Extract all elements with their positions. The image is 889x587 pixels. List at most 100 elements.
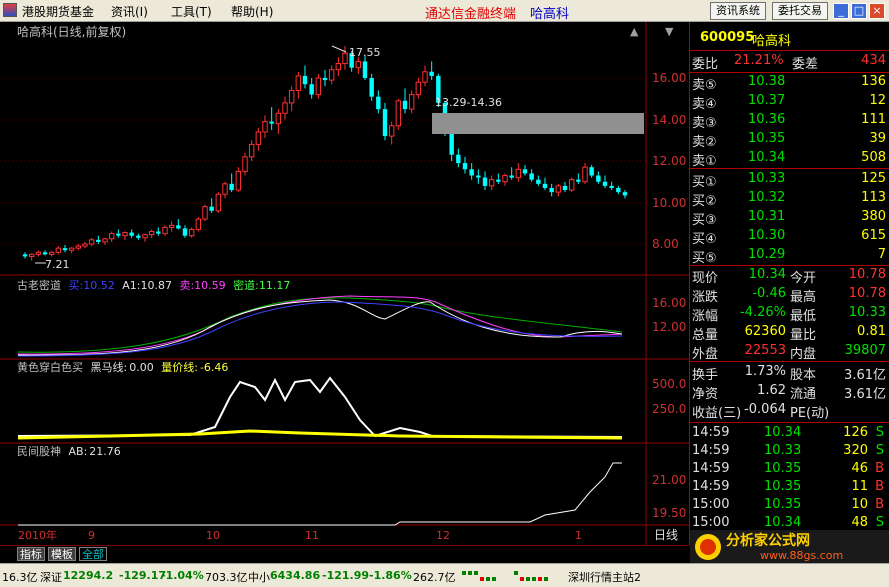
candle-body bbox=[422, 71, 428, 83]
ind1-line-white bbox=[17, 299, 623, 356]
stat-label: 涨跌 bbox=[692, 290, 719, 305]
candle-body bbox=[148, 231, 155, 236]
order-volume: 508 bbox=[861, 150, 886, 165]
menu-bar: 港股期货基金 资讯(I) 工具(T) 帮助(H) 通达信金融终端 哈高科 资讯系… bbox=[0, 0, 889, 22]
menu-hk-futures[interactable]: 港股期货基金 bbox=[22, 3, 94, 20]
ind3-header: 民间股神 AB: 21.76 bbox=[17, 444, 121, 458]
tick-row: 15:00 10.35 10 B bbox=[690, 497, 889, 515]
candle-body bbox=[62, 248, 68, 251]
stat-value: 3.61亿 bbox=[844, 368, 886, 383]
tab-template[interactable]: 模板 bbox=[48, 547, 76, 561]
tab-all[interactable]: 全部 bbox=[79, 547, 107, 561]
stat-row: 净资 1.62 流通 3.61亿 bbox=[690, 383, 889, 402]
menu-tools[interactable]: 工具(T) bbox=[171, 3, 212, 20]
stat-label: 最高 bbox=[790, 290, 817, 305]
order-level-label: 卖③ bbox=[692, 116, 717, 131]
price-tick: 8.00 bbox=[652, 237, 679, 251]
stat-value: 10.78 bbox=[848, 267, 886, 282]
tick-row: 14:59 10.35 46 B bbox=[690, 461, 889, 479]
stat-row: 涨幅 -4.26% 最低 10.33 bbox=[690, 305, 889, 324]
candle-body bbox=[369, 78, 374, 97]
watermark-name: 分析家公式网 bbox=[726, 532, 810, 549]
indicator-tabs: 指标 模板 全部 bbox=[0, 545, 689, 561]
ind1-tick: 16.00 bbox=[652, 296, 686, 310]
chart-area[interactable]: ▲ ▼ 哈高科(日线,前复权) 16.00 14.00 12.00 10.00 … bbox=[0, 22, 689, 545]
minimize-icon[interactable]: _ bbox=[833, 3, 849, 19]
order-price: 10.29 bbox=[748, 247, 786, 262]
buy-level-row: 买③ 10.31 380 bbox=[690, 209, 889, 228]
ind3-tick: 21.00 bbox=[652, 473, 686, 487]
candle-body bbox=[182, 228, 188, 236]
watermark-url: www.88gs.com bbox=[760, 549, 843, 562]
date-label: 2010年 bbox=[18, 528, 57, 542]
candle-body bbox=[616, 187, 621, 193]
divider bbox=[690, 422, 889, 423]
candle-body bbox=[502, 175, 508, 183]
candle-body bbox=[229, 183, 234, 191]
close-icon[interactable]: × bbox=[869, 3, 885, 19]
scroll-down-icon[interactable]: ▼ bbox=[665, 25, 674, 38]
tick-time: 14:59 bbox=[692, 461, 730, 476]
price-range-box bbox=[432, 113, 644, 134]
candle-body bbox=[322, 78, 328, 81]
stat-value: 39807 bbox=[844, 343, 886, 358]
order-level-label: 买④ bbox=[692, 232, 717, 247]
candle-body bbox=[188, 228, 195, 237]
stat-row: 换手 1.73% 股本 3.61亿 bbox=[690, 364, 889, 383]
period-label[interactable]: 日线 bbox=[654, 528, 678, 542]
candle-body bbox=[136, 235, 141, 238]
tick-side: B bbox=[875, 479, 884, 494]
tick-side: S bbox=[875, 443, 884, 458]
menu-info[interactable]: 资讯(I) bbox=[111, 3, 148, 20]
date-label: 10 bbox=[206, 529, 220, 542]
stat-row: 涨跌 -0.46 最高 10.78 bbox=[690, 286, 889, 305]
stat-value: -0.46 bbox=[752, 286, 786, 301]
candle-body bbox=[28, 253, 35, 257]
price-tick: 14.00 bbox=[652, 113, 686, 127]
candle-body bbox=[88, 239, 95, 245]
info-system-button[interactable]: 资讯系统 bbox=[710, 2, 766, 20]
tick-row: 14:59 10.34 126 S bbox=[690, 425, 889, 443]
chart-title: 哈高科(日线,前复权) bbox=[17, 24, 126, 39]
order-volume: 113 bbox=[861, 190, 886, 205]
candle-body bbox=[302, 75, 308, 85]
stat-label: 流通 bbox=[790, 387, 817, 402]
tick-volume: 320 bbox=[843, 443, 868, 458]
candle-body bbox=[562, 185, 568, 191]
order-level-label: 买③ bbox=[692, 213, 717, 228]
order-volume: 136 bbox=[861, 74, 886, 89]
maximize-icon[interactable]: □ bbox=[851, 3, 867, 19]
order-price: 10.30 bbox=[748, 228, 786, 243]
order-level-label: 卖⑤ bbox=[692, 78, 717, 93]
high-arrow bbox=[331, 45, 347, 53]
price-gridlines bbox=[0, 77, 646, 245]
server-status[interactable]: 深圳行情主站2 bbox=[568, 569, 641, 585]
stat-value: 1.73% bbox=[744, 364, 786, 379]
candle-body bbox=[415, 81, 422, 96]
order-level-label: 卖① bbox=[692, 154, 717, 169]
tick-volume: 46 bbox=[851, 461, 868, 476]
tick-time: 14:59 bbox=[692, 425, 730, 440]
tick-volume: 11 bbox=[851, 479, 868, 494]
scroll-up-icon[interactable]: ▲ bbox=[630, 25, 639, 38]
chart-svg[interactable]: ▲ ▼ 哈高科(日线,前复权) 16.00 14.00 12.00 10.00 … bbox=[0, 22, 689, 545]
candle-body bbox=[395, 100, 402, 127]
date-label: 9 bbox=[88, 529, 95, 542]
order-volume: 111 bbox=[861, 112, 886, 127]
tab-indicator[interactable]: 指标 bbox=[17, 547, 45, 561]
stat-value: -4.26% bbox=[740, 305, 786, 320]
candle-body bbox=[555, 185, 562, 193]
candle-body bbox=[102, 238, 108, 243]
candle-body bbox=[255, 131, 262, 145]
order-price: 10.37 bbox=[748, 93, 786, 108]
tick-time: 14:59 bbox=[692, 479, 730, 494]
sell-level-row: 卖③ 10.36 111 bbox=[690, 112, 889, 131]
menu-help[interactable]: 帮助(H) bbox=[231, 3, 273, 20]
status-bar: 16.3亿 深证 12294.2 -129.17 -1.04% 703.3亿 中… bbox=[0, 563, 889, 587]
sell-level-row: 卖⑤ 10.38 136 bbox=[690, 74, 889, 93]
order-trade-button[interactable]: 委托交易 bbox=[772, 2, 828, 20]
candle-body bbox=[168, 224, 175, 228]
stat-label: 量比 bbox=[790, 328, 817, 343]
buy-level-row: 买④ 10.30 615 bbox=[690, 228, 889, 247]
order-volume: 125 bbox=[861, 171, 886, 186]
